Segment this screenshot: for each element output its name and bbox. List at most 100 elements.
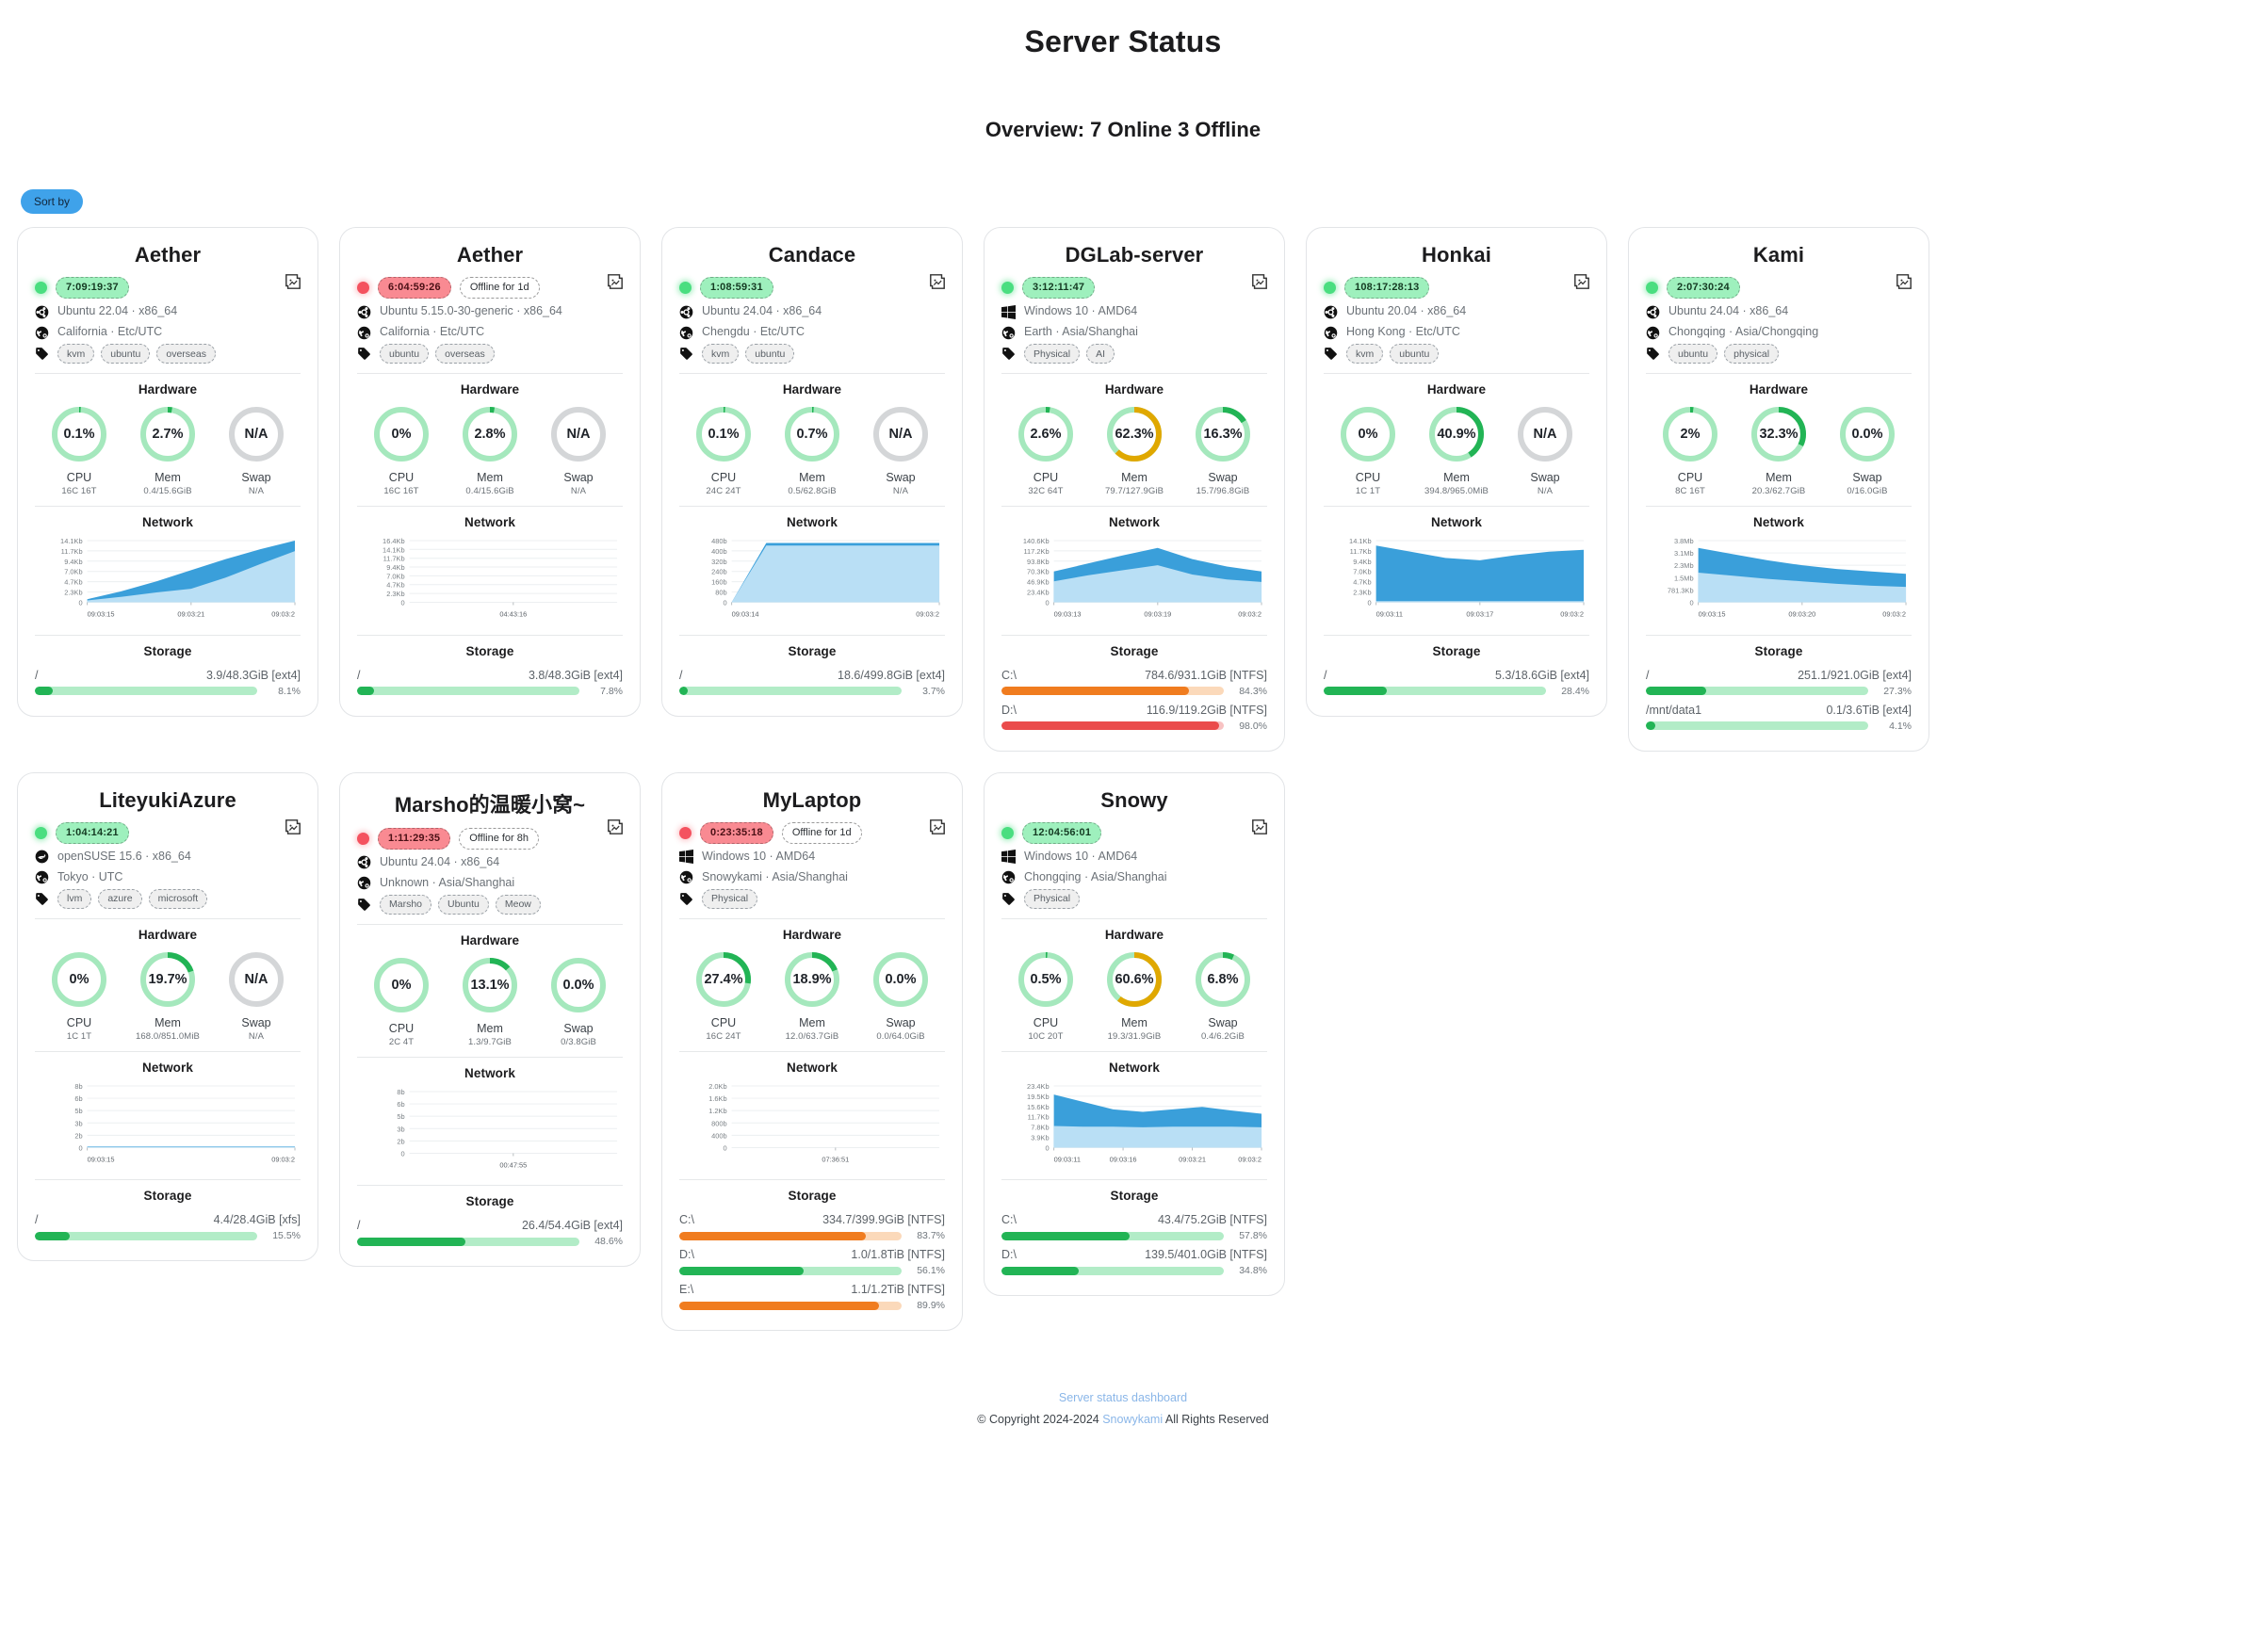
server-tag[interactable]: microsoft [148,888,208,909]
swap-sublabel: 15.7/96.8GiB [1196,486,1250,497]
card-detail-button[interactable] [285,818,301,835]
storage-mount: C:\ [1001,668,1017,682]
svg-text:09:03:21: 09:03:21 [177,610,204,619]
chart-detail-icon[interactable] [1251,273,1268,290]
status-indicator-dot [1324,282,1336,295]
chart-detail-icon[interactable] [607,273,624,290]
card-detail-button[interactable] [929,818,946,835]
os-label: Windows 10 · AMD64 [1024,850,1138,864]
cpu-sublabel: 1C 1T [1355,486,1381,497]
card-detail-button[interactable] [1251,273,1268,290]
copyright-author-link[interactable]: Snowykami [1102,1413,1163,1426]
server-tag[interactable]: kvm [702,344,740,364]
storage-progress [357,1237,579,1246]
os-row: Windows 10 · AMD64 [1001,302,1267,321]
tag-icon [1002,348,1015,360]
svg-text:2.3Mb: 2.3Mb [1674,561,1694,570]
svg-text:09:03:2: 09:03:2 [271,610,295,619]
svg-text:9.4Kb: 9.4Kb [64,558,82,566]
swap-sublabel: 0.4/6.2GiB [1201,1030,1245,1042]
storage-size: 43.4/75.2GiB [NTFS] [1157,1213,1267,1227]
hardware-section-title: Hardware [1104,382,1164,397]
hardware-section-title: Hardware [1426,382,1487,397]
chart-detail-icon[interactable] [929,273,946,290]
hardware-gauges: 0.1% CPU 16C 16T 2.7% Mem 0.4/15.6GiB N/… [35,400,301,496]
tag-icon [358,348,370,360]
sort-by-button[interactable]: Sort by [21,189,84,214]
server-card[interactable]: Marsho的温暖小窝~ 1:11:29:35 Offline for 8h U… [339,771,641,1268]
server-card[interactable]: Honkai 108:17:28:13 Ubuntu 20.04 · x86_6… [1306,227,1607,717]
uptime-badge: 3:12:11:47 [1022,277,1096,300]
server-tag[interactable]: Ubuntu [438,894,489,915]
server-tag[interactable]: Meow [495,894,541,915]
tag-list: lvm azure microsoft [57,888,208,909]
footer-dashboard-link[interactable]: Server status dashboard [1059,1391,1187,1404]
network-section-title: Network [142,515,193,530]
chart-detail-icon[interactable] [285,273,301,290]
server-tag[interactable]: Physical [1024,344,1081,364]
server-tag[interactable]: Marsho [380,894,432,915]
server-card[interactable]: Aether 7:09:19:37 Ubuntu 22.04 · x86_64 … [17,227,318,717]
storage-section-title: Storage [465,643,514,658]
server-tag[interactable]: Physical [702,888,758,909]
server-card[interactable]: Candace 1:08:59:31 Ubuntu 24.04 · x86_64… [661,227,963,717]
card-detail-button[interactable] [285,273,301,290]
server-tag[interactable]: ubuntu [380,344,430,364]
chart-detail-icon[interactable] [1896,273,1912,290]
cpu-label: CPU [1033,1015,1059,1029]
chart-detail-icon[interactable] [607,818,624,835]
storage-progress [1646,687,1868,696]
server-card[interactable]: Aether 6:04:59:26 Offline for 1d Ubuntu … [339,227,641,717]
cpu-value: 0.1% [63,427,95,443]
server-tag[interactable]: ubuntu [101,344,151,364]
cpu-gauge: 2% CPU 8C 16T [1649,404,1732,496]
server-tag[interactable]: overseas [435,344,495,364]
card-detail-button[interactable] [1896,273,1912,290]
svg-text:0: 0 [1690,599,1694,607]
server-tag[interactable]: ubuntu [1390,344,1440,364]
server-card[interactable]: Kami 2:07:30:24 Ubuntu 24.04 · x86_64 Ch… [1628,227,1929,752]
swap-sublabel: N/A [570,486,587,497]
cpu-ring: 2% [1660,404,1720,464]
server-tag[interactable]: physical [1724,344,1780,364]
globe-icon [1001,326,1016,339]
hardware-section-title: Hardware [460,932,520,947]
server-tag[interactable]: AI [1086,344,1115,364]
tags-row: Physical [679,888,945,909]
server-tag[interactable]: kvm [57,344,95,364]
network-chart-wrap: 23.4Kb 19.5Kb 15.6Kb 11.7Kb 7.8Kb 3.9Kb 0 09:0… [1001,1078,1267,1170]
card-detail-button[interactable] [929,273,946,290]
chart-detail-icon[interactable] [1573,273,1590,290]
storage-item: /mnt/data1 0.1/3.6TiB [ext4] 4.1% [1646,704,1912,732]
server-tag[interactable]: Physical [1024,888,1081,909]
server-tag[interactable]: overseas [156,344,216,364]
chart-detail-icon[interactable] [1251,818,1268,835]
server-card[interactable]: MyLaptop 0:23:35:18 Offline for 1d Windo… [661,771,963,1332]
storage-item: C:\ 43.4/75.2GiB [NTFS] 57.8% [1001,1213,1267,1241]
card-detail-button[interactable] [607,273,624,290]
server-tag[interactable]: kvm [1346,344,1384,364]
chart-detail-icon[interactable] [929,818,946,835]
card-detail-button[interactable] [1573,273,1590,290]
server-card[interactable]: DGLab-server 3:12:11:47 Windows 10 · AMD… [984,227,1285,752]
svg-text:7.0Kb: 7.0Kb [1353,568,1371,576]
server-tag[interactable]: azure [98,888,142,909]
os-label: Windows 10 · AMD64 [702,850,816,864]
status-row: 0:23:35:18 Offline for 1d [679,821,945,844]
mem-value: 62.3% [1115,427,1154,443]
network-section-title: Network [787,515,838,530]
card-detail-button[interactable] [1251,818,1268,835]
server-card[interactable]: LiteyukiAzure 1:04:14:21 openSUSE 15.6 ·… [17,771,318,1262]
server-tag[interactable]: ubuntu [1668,344,1718,364]
svg-text:3.1Mb: 3.1Mb [1674,549,1694,558]
svg-text:800b: 800b [711,1119,727,1127]
storage-progress [1001,687,1224,696]
card-detail-button[interactable] [607,818,624,835]
storage-list: C:\ 43.4/75.2GiB [NTFS] 57.8% D:\ 139.5/… [1001,1213,1267,1276]
server-tag[interactable]: lvm [57,888,92,909]
swap-sublabel: 0/16.0GiB [1847,486,1888,497]
server-tag[interactable]: ubuntu [745,344,795,364]
chart-detail-icon[interactable] [285,818,301,835]
server-card-grid: Aether 7:09:19:37 Ubuntu 22.04 · x86_64 … [0,214,2246,1332]
server-card[interactable]: Snowy 12:04:56:01 Windows 10 · AMD64 Cho… [984,771,1285,1297]
